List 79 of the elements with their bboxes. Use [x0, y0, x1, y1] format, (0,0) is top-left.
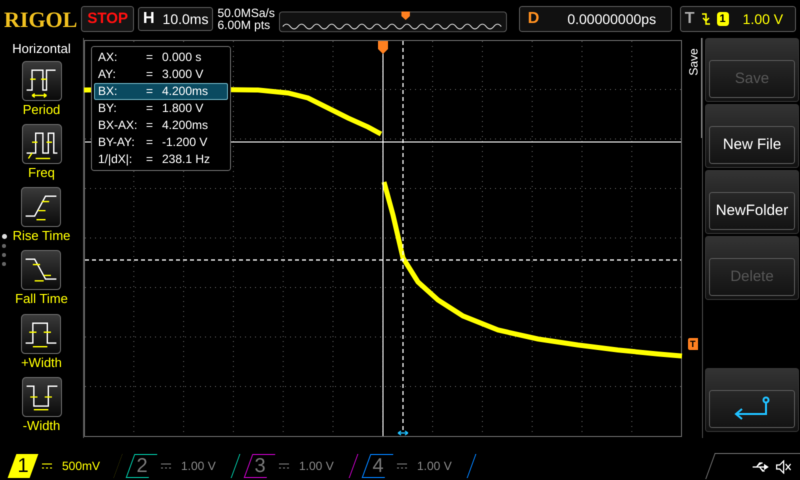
dc-coupling-icon — [42, 463, 52, 469]
measure-label: Period — [22, 100, 60, 118]
readout-value: 4.200ms — [162, 118, 208, 133]
trigger-position-icon — [378, 41, 388, 54]
cursor-marker-icon — [397, 430, 409, 436]
readout-value: 3.000 V — [162, 67, 204, 82]
equals-sign: = — [146, 118, 154, 133]
speaker-muted-icon — [776, 460, 792, 474]
channel-scale: 1.00 V — [181, 458, 216, 475]
readout-name: BY-AY: — [98, 135, 136, 150]
channel-scale: 1.00 V — [299, 458, 334, 475]
channel-scale: 500mV — [62, 458, 100, 475]
falling-edge-icon — [700, 12, 711, 26]
dc-coupling-icon — [397, 463, 407, 469]
readout-name: BX-AX: — [98, 118, 138, 133]
trigger-level-marker: T — [688, 338, 698, 350]
channel-tab[interactable]: 2 1.00 V — [126, 454, 240, 478]
readout-name: AX: — [98, 50, 118, 65]
readout-value: 1.800 V — [162, 101, 204, 116]
brand-logo: RIGOL — [4, 6, 78, 34]
equals-sign: = — [146, 67, 154, 82]
trigger-source: 1 — [716, 12, 729, 26]
timebase-value: 10.0ms — [162, 10, 210, 28]
equals-sign: = — [146, 84, 154, 99]
delay-panel[interactable]: D 0.00000000ps — [518, 6, 672, 32]
memory-depth: 6.00M pts — [217, 19, 272, 31]
equals-sign: = — [146, 101, 154, 116]
trigger-label: T — [684, 9, 695, 29]
sample-rate: 50.0MSa/s — [217, 7, 275, 19]
measure-label: Freq — [28, 164, 55, 182]
equals-sign: = — [146, 152, 154, 167]
channel-number: 4 — [371, 454, 385, 479]
usb-icon — [752, 462, 770, 472]
readout-row[interactable]: BY-AY: = -1.200 V — [94, 134, 228, 151]
dc-coupling-icon — [279, 463, 289, 469]
readout-row[interactable]: BX: = 4.200ms — [94, 83, 228, 100]
dc-coupling-icon — [161, 463, 171, 469]
channel-number: 1 — [16, 454, 30, 479]
cursor-line[interactable] — [402, 41, 404, 430]
measure-label: Fall Time — [15, 290, 68, 308]
back-button[interactable] — [705, 368, 799, 432]
trigger-level: 1.00 V — [742, 10, 784, 28]
measure-label: -Width — [22, 416, 60, 435]
readout-name: 1/|dX|: — [98, 152, 134, 167]
readout-row[interactable]: BY: = 1.800 V — [94, 100, 228, 117]
menu-title: Horizontal — [12, 40, 71, 58]
readout-row[interactable]: AY: = 3.000 V — [94, 66, 228, 83]
run-status[interactable]: STOP — [81, 6, 134, 32]
channel-scale: 1.00 V — [417, 458, 452, 475]
delay-label: D — [526, 9, 540, 29]
readout-row[interactable]: BX-AX: = 4.200ms — [94, 117, 228, 134]
readout-name: AY: — [98, 67, 117, 82]
channel-tab[interactable]: 1 500mV — [8, 454, 122, 478]
timebase-label: H — [142, 9, 156, 29]
channel-number: 2 — [135, 454, 149, 479]
measure-label: Rise Time — [12, 227, 70, 245]
readout-row[interactable]: AX: = 0.000 s — [94, 49, 228, 66]
readout-value: 238.1 Hz — [162, 152, 210, 167]
readout-value: 4.200ms — [162, 84, 208, 99]
channel-number: 3 — [253, 454, 267, 479]
trigger-panel[interactable]: T 1 1.00 V — [680, 6, 796, 32]
equals-sign: = — [146, 135, 154, 150]
delay-value: 0.00000000ps — [566, 10, 658, 29]
menu-tab-title: Save — [686, 47, 700, 78]
readout-name: BY: — [98, 101, 118, 116]
measure-menu-button[interactable]: Rise Time — [12, 187, 70, 248]
readout-value: 0.000 s — [162, 50, 202, 65]
softkey-button[interactable]: NewFolder — [705, 170, 799, 234]
cursor-line[interactable] — [85, 259, 681, 261]
measure-label: +Width — [21, 354, 62, 372]
return-arrow-icon — [732, 396, 772, 422]
softkey-button[interactable]: New File — [705, 104, 799, 168]
readout-name: BX: — [98, 84, 118, 99]
readout-row[interactable]: 1/|dX|: = 238.1 Hz — [94, 151, 228, 168]
timebase-panel[interactable]: H 10.0ms — [138, 7, 214, 31]
channel-tab[interactable]: 4 1.00 V — [362, 454, 476, 478]
channel-tab[interactable]: 3 1.00 V — [244, 454, 358, 478]
readout-value: -1.200 V — [162, 135, 208, 150]
equals-sign: = — [146, 50, 154, 65]
